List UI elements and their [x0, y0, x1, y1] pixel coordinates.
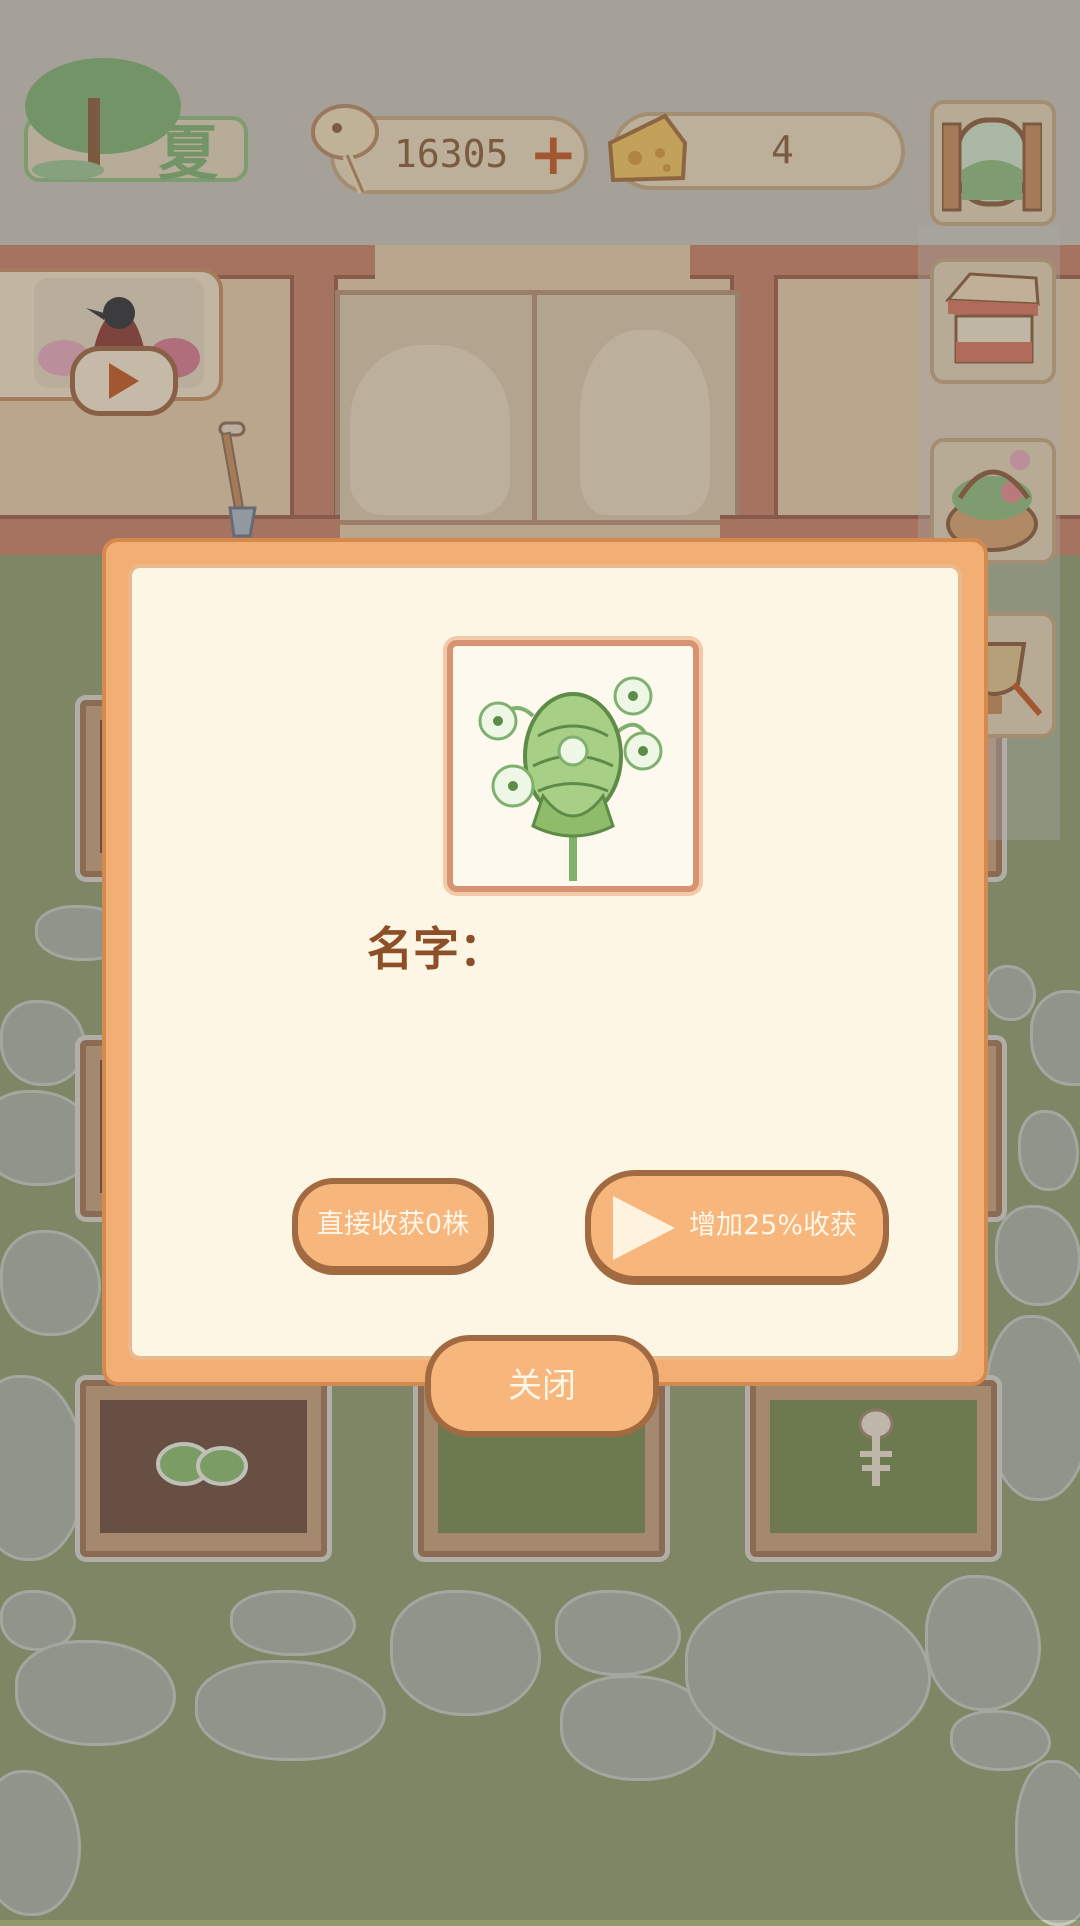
direct-harvest-button[interactable]: 直接收获0株 — [292, 1178, 494, 1272]
plant-name-label: 名字： — [367, 922, 505, 976]
ad-bonus-harvest-label: 增加25%收获 — [689, 1210, 858, 1241]
harvest-dialog: 名字： 直接收获0株 增加25%收获 — [102, 538, 988, 1386]
ad-bonus-harvest-button[interactable]: 增加25%收获 — [585, 1170, 889, 1282]
plant-preview-frame — [447, 640, 699, 892]
play-icon — [613, 1196, 675, 1260]
close-button[interactable]: 关闭 — [425, 1335, 659, 1437]
dialog-panel: 名字： 直接收获0株 增加25%收获 — [128, 564, 962, 1360]
artichoke-flower-icon — [478, 676, 663, 881]
